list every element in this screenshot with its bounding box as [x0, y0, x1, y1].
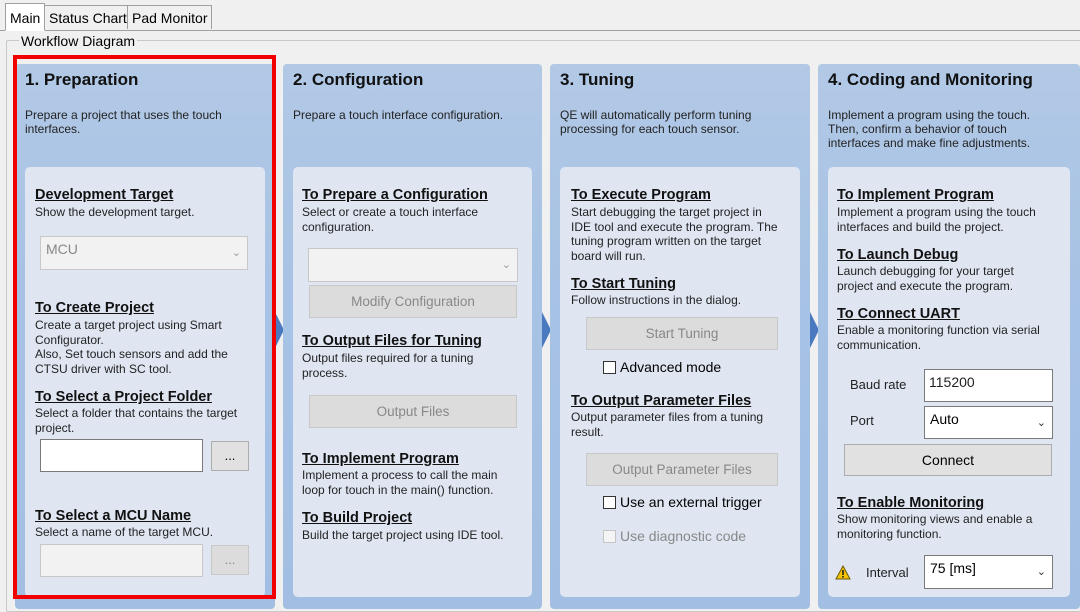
output-parameter-files-button[interactable]: Output Parameter Files	[586, 453, 778, 486]
chevron-down-icon: ⌄	[1036, 416, 1046, 429]
modify-configuration-button[interactable]: Modify Configuration	[309, 285, 517, 318]
connect-button[interactable]: Connect	[844, 444, 1052, 476]
output-files-desc: Output files required for a tuning proces…	[302, 351, 474, 380]
implement-program-desc: Implement a process to call the main loop…	[302, 468, 498, 497]
warning-icon	[835, 565, 851, 580]
stage-inner-panel: To Implement Program Implement a program…	[828, 167, 1070, 597]
enable-monitoring-link[interactable]: To Enable Monitoring	[837, 495, 984, 511]
advanced-mode-label[interactable]: Advanced mode	[620, 359, 721, 375]
highlight-box	[13, 55, 276, 599]
output-params-link[interactable]: To Output Parameter Files	[571, 393, 751, 409]
configuration-combobox[interactable]: ⌄	[308, 248, 518, 282]
launch-debug-desc: Launch debugging for your target project …	[837, 264, 1014, 293]
connect-uart-desc: Enable a monitoring function via serial c…	[837, 323, 1040, 352]
start-tuning-link[interactable]: To Start Tuning	[571, 276, 676, 292]
build-project-desc: Build the target project using IDE tool.	[302, 528, 504, 542]
port-combobox[interactable]: Auto ⌄	[924, 406, 1053, 439]
tab-status-chart[interactable]: Status Chart	[44, 5, 132, 29]
port-label: Port	[850, 413, 874, 428]
interval-label: Interval	[866, 565, 909, 580]
build-project-link[interactable]: To Build Project	[302, 510, 412, 526]
baud-rate-label: Baud rate	[850, 377, 907, 392]
stage-title: 3. Tuning	[560, 70, 635, 89]
workflow-group-label: Workflow Diagram	[19, 33, 138, 49]
external-trigger-checkbox[interactable]	[603, 496, 616, 509]
baud-rate-input[interactable]: 115200	[924, 369, 1053, 402]
chevron-down-icon: ⌄	[501, 259, 511, 271]
execute-program-link[interactable]: To Execute Program	[571, 187, 711, 203]
tab-pad-monitor[interactable]: Pad Monitor	[127, 5, 213, 29]
stage-tuning: 3. Tuning QE will automatically perform …	[550, 64, 810, 609]
launch-debug-link[interactable]: To Launch Debug	[837, 247, 958, 263]
stage-inner-panel: To Prepare a Configuration Select or cre…	[293, 167, 532, 597]
prepare-config-link[interactable]: To Prepare a Configuration	[302, 187, 488, 203]
stage-configuration: 2. Configuration Prepare a touch interfa…	[283, 64, 542, 609]
execute-program-desc: Start debugging the target project in IDE…	[571, 205, 778, 263]
implement-program-link[interactable]: To Implement Program	[837, 187, 994, 203]
diagnostic-code-checkbox[interactable]	[603, 530, 616, 543]
output-files-button[interactable]: Output Files	[309, 395, 517, 428]
implement-program-desc: Implement a program using the touch inter…	[837, 205, 1036, 234]
output-files-link[interactable]: To Output Files for Tuning	[302, 333, 482, 349]
stage-description: Implement a program using the touch. Then…	[828, 108, 1031, 150]
start-tuning-desc: Follow instructions in the dialog.	[571, 293, 742, 307]
start-tuning-button[interactable]: Start Tuning	[586, 317, 778, 350]
connect-uart-link[interactable]: To Connect UART	[837, 306, 960, 322]
tab-main[interactable]: Main	[5, 3, 46, 31]
enable-monitoring-desc: Show monitoring views and enable a monito…	[837, 512, 1033, 541]
tab-bar: Main Status Chart Pad Monitor	[0, 0, 1080, 31]
stage-coding-monitoring: 4. Coding and Monitoring Implement a pro…	[818, 64, 1080, 609]
advanced-mode-checkbox[interactable]	[603, 361, 616, 374]
external-trigger-label[interactable]: Use an external trigger	[620, 494, 762, 510]
interval-combobox[interactable]: 75 [ms] ⌄	[924, 555, 1053, 589]
stage-title: 4. Coding and Monitoring	[828, 70, 1033, 89]
diagnostic-code-label[interactable]: Use diagnostic code	[620, 528, 746, 544]
stage-description: QE will automatically perform tuning proc…	[560, 108, 752, 136]
implement-program-link[interactable]: To Implement Program	[302, 451, 459, 467]
stage-description: Prepare a touch interface configuration.	[293, 108, 504, 122]
stage-inner-panel: To Execute Program Start debugging the t…	[560, 167, 800, 597]
stage-title: 2. Configuration	[293, 70, 424, 89]
output-params-desc: Output parameter files from a tuning resu…	[571, 410, 764, 439]
prepare-config-desc: Select or create a touch interface config…	[302, 205, 479, 234]
chevron-down-icon: ⌄	[1036, 566, 1046, 578]
